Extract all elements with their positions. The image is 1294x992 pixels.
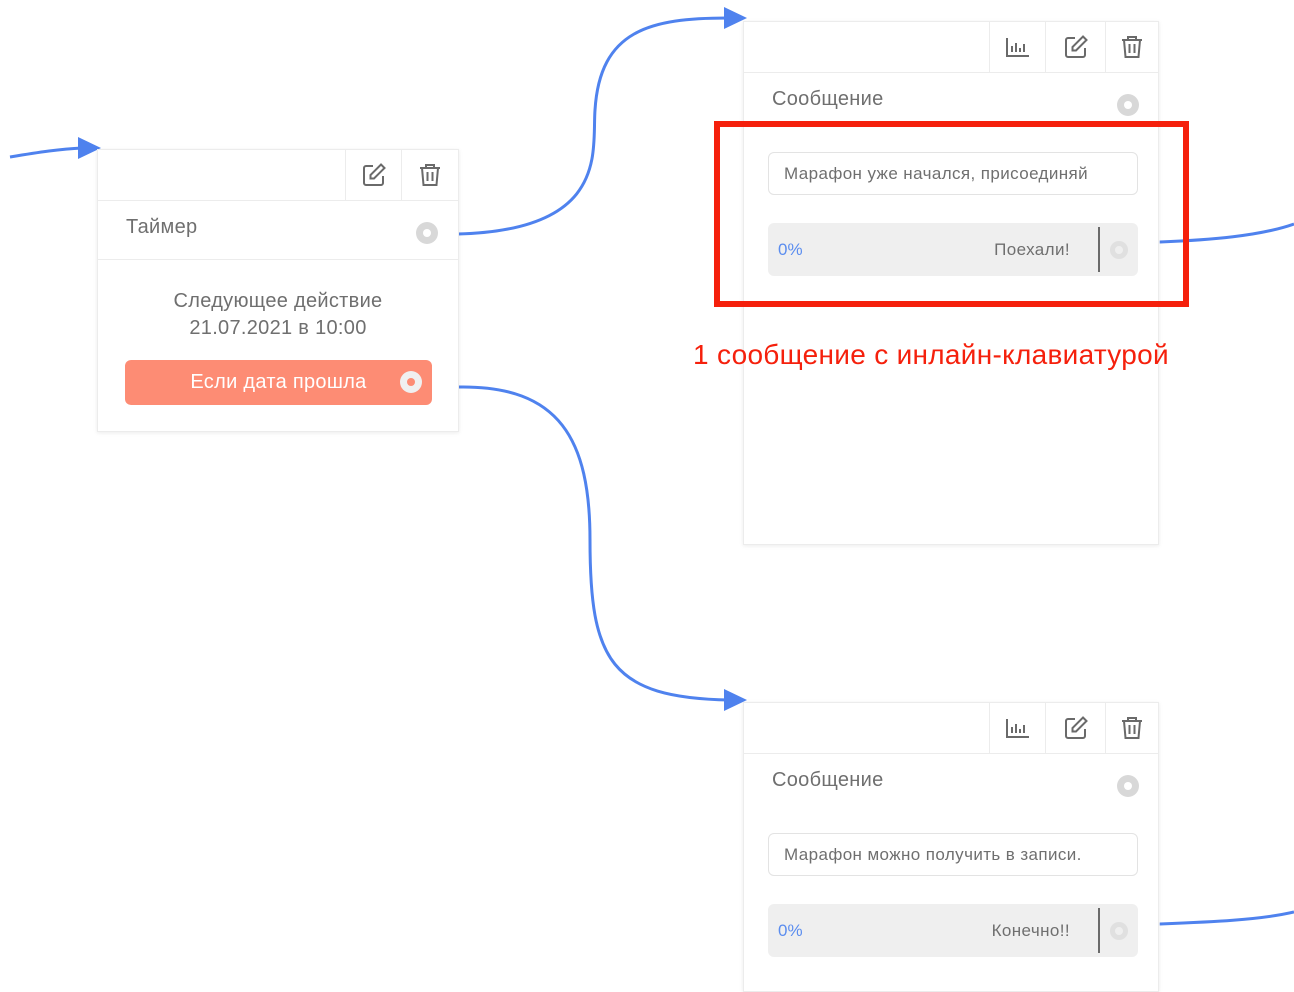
message1-title: Сообщение [772, 88, 884, 110]
message2-button-percent: 0% [778, 920, 803, 940]
message2-delete-button[interactable] [1105, 703, 1158, 753]
timer-delete-button[interactable] [401, 150, 458, 200]
timer-card-toolbar [98, 150, 458, 201]
next-action-label: Следующее действие [173, 290, 383, 312]
message2-edit-button[interactable] [1045, 703, 1106, 753]
edit-icon [1065, 35, 1088, 58]
connector-incoming [9, 146, 83, 159]
edit-icon [363, 163, 386, 186]
timer-divider [98, 259, 458, 260]
annotation-text: 1 сообщение с инлайн-клавиатурой [693, 339, 1169, 370]
next-action-datetime: 21.07.2021 в 10:00 [189, 317, 367, 339]
stats-icon [1006, 719, 1029, 738]
edit-icon [1065, 716, 1088, 739]
trash-icon [420, 164, 440, 186]
message2-keyboard-button[interactable]: 0% Конечно!! [768, 904, 1138, 957]
if-date-passed-label: Если дата прошла [190, 371, 367, 393]
message1-stats-button[interactable] [989, 22, 1046, 72]
if-date-passed-port[interactable] [400, 371, 422, 393]
message1-delete-button[interactable] [1105, 22, 1158, 72]
message2-button-separator [1098, 908, 1100, 953]
message2-button-label: Конечно!! [991, 920, 1070, 940]
message2-title: Сообщение [772, 769, 884, 791]
timer-edit-button[interactable] [345, 150, 402, 200]
message-card-2[interactable]: Сообщение Марафон можно получить в запис… [743, 702, 1159, 992]
connector-timer-to-message1 [457, 16, 729, 236]
message1-port[interactable] [1117, 94, 1139, 116]
connector-ifpassed-to-message2 [457, 385, 731, 702]
message2-stats-button[interactable] [989, 703, 1046, 753]
inline-keyboard-highlight [714, 121, 1189, 307]
trash-icon [1122, 36, 1142, 58]
connector-message2-out [1159, 910, 1294, 926]
if-date-passed-button[interactable]: Если дата прошла [125, 360, 432, 405]
message2-text-field[interactable]: Марафон можно получить в записи. [768, 833, 1138, 876]
message2-port[interactable] [1117, 775, 1139, 797]
message1-edit-button[interactable] [1045, 22, 1106, 72]
stats-icon [1006, 38, 1029, 57]
trash-icon [1122, 717, 1142, 739]
timer-output-port[interactable] [416, 222, 438, 244]
message1-toolbar [744, 22, 1158, 73]
message2-toolbar [744, 703, 1158, 754]
timer-card[interactable]: Таймер Следующее действие 21.07.2021 в 1… [97, 149, 459, 432]
timer-card-title: Таймер [126, 216, 198, 238]
message2-button-port[interactable] [1110, 922, 1128, 940]
